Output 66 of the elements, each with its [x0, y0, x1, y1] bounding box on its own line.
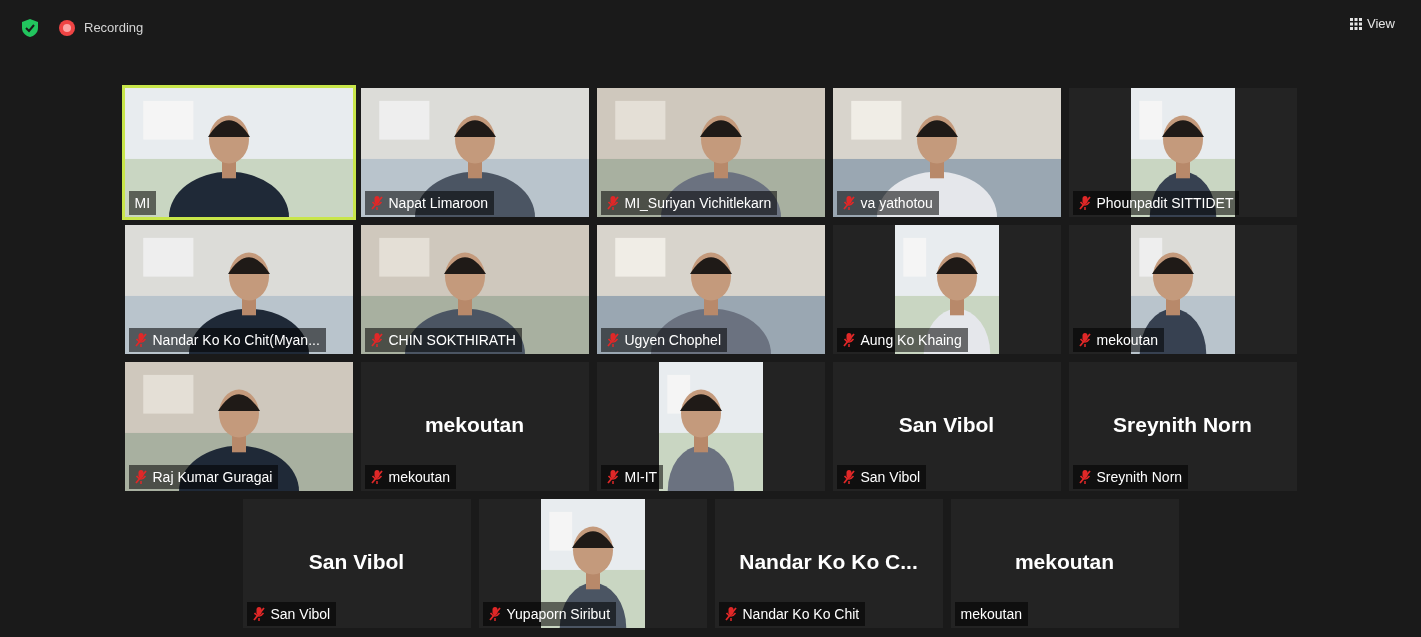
name-label: mekoutan: [954, 602, 1028, 626]
name-label: San Vibol: [836, 465, 927, 489]
muted-mic-icon: [488, 606, 501, 622]
video-tile[interactable]: Ugyen Chophel: [596, 225, 825, 354]
muted-mic-icon: [842, 332, 855, 348]
name-label: Ugyen Chophel: [600, 328, 727, 352]
muted-mic-icon: [606, 195, 619, 211]
video-tile[interactable]: Phounpadit SITTIDET: [1068, 88, 1297, 217]
name-label: Nandar Ko Ko Chit(Myan...: [128, 328, 326, 352]
video-tile[interactable]: Nandar Ko Ko C... Nandar Ko Ko Chit: [714, 499, 943, 628]
name-label: MI: [128, 191, 157, 215]
video-tile[interactable]: mekoutan mekoutan: [360, 362, 589, 491]
muted-mic-icon: [842, 195, 855, 211]
name-label: San Vibol: [246, 602, 337, 626]
video-tile[interactable]: San Vibol San Vibol: [832, 362, 1061, 491]
muted-mic-icon: [134, 332, 147, 348]
muted-mic-icon: [1078, 469, 1091, 485]
muted-mic-icon: [370, 195, 383, 211]
video-tile[interactable]: San Vibol San Vibol: [242, 499, 471, 628]
video-tile[interactable]: MI: [124, 88, 353, 217]
name-label: mekoutan: [1072, 328, 1164, 352]
video-tile[interactable]: Napat Limaroon: [360, 88, 589, 217]
video-tile[interactable]: MI_Suriyan Vichitlekarn: [596, 88, 825, 217]
muted-mic-icon: [606, 469, 619, 485]
name-label: mekoutan: [364, 465, 456, 489]
name-label: Phounpadit SITTIDET: [1072, 191, 1240, 215]
video-tile[interactable]: Nandar Ko Ko Chit(Myan...: [124, 225, 353, 354]
video-tile[interactable]: Aung Ko Khaing: [832, 225, 1061, 354]
video-tile[interactable]: va yathotou: [832, 88, 1061, 217]
participant-name: Sreynith Norn: [1113, 411, 1252, 438]
muted-mic-icon: [842, 469, 855, 485]
name-label: Nandar Ko Ko Chit: [718, 602, 866, 626]
shield-icon[interactable]: [20, 17, 40, 38]
muted-mic-icon: [1078, 332, 1091, 348]
video-tile[interactable]: Sreynith Norn Sreynith Norn: [1068, 362, 1297, 491]
view-button[interactable]: View: [1344, 10, 1401, 37]
grid-icon: [1350, 17, 1363, 30]
participant-name: San Vibol: [898, 411, 995, 438]
name-label: Yupaporn Siribut: [482, 602, 617, 626]
recording-label: Recording: [84, 18, 144, 37]
muted-mic-icon: [370, 332, 383, 348]
muted-mic-icon: [606, 332, 619, 348]
participant-name: San Vibol: [308, 548, 405, 575]
video-tile[interactable]: MI-IT: [596, 362, 825, 491]
participant-name: mekoutan: [424, 411, 525, 438]
name-label: CHIN SOKTHIRATH: [364, 328, 522, 352]
muted-mic-icon: [370, 469, 383, 485]
muted-mic-icon: [134, 469, 147, 485]
video-tile[interactable]: mekoutan mekoutan: [950, 499, 1179, 628]
video-tile[interactable]: Yupaporn Siribut: [478, 499, 707, 628]
name-label: MI_Suriyan Vichitlekarn: [600, 191, 778, 215]
name-label: Napat Limaroon: [364, 191, 495, 215]
video-tile[interactable]: mekoutan: [1068, 225, 1297, 354]
name-label: Aung Ko Khaing: [836, 328, 968, 352]
muted-mic-icon: [724, 606, 737, 622]
muted-mic-icon: [252, 606, 265, 622]
muted-mic-icon: [1078, 195, 1091, 211]
participant-name: Nandar Ko Ko C...: [739, 548, 918, 575]
video-tile[interactable]: CHIN SOKTHIRATH: [360, 225, 589, 354]
participant-name: mekoutan: [1014, 548, 1115, 575]
record-icon: [58, 18, 76, 37]
name-label: MI-IT: [600, 465, 664, 489]
name-label: Raj Kumar Guragai: [128, 465, 279, 489]
video-tile[interactable]: Raj Kumar Guragai: [124, 362, 353, 491]
name-label: Sreynith Norn: [1072, 465, 1189, 489]
name-label: va yathotou: [836, 191, 939, 215]
